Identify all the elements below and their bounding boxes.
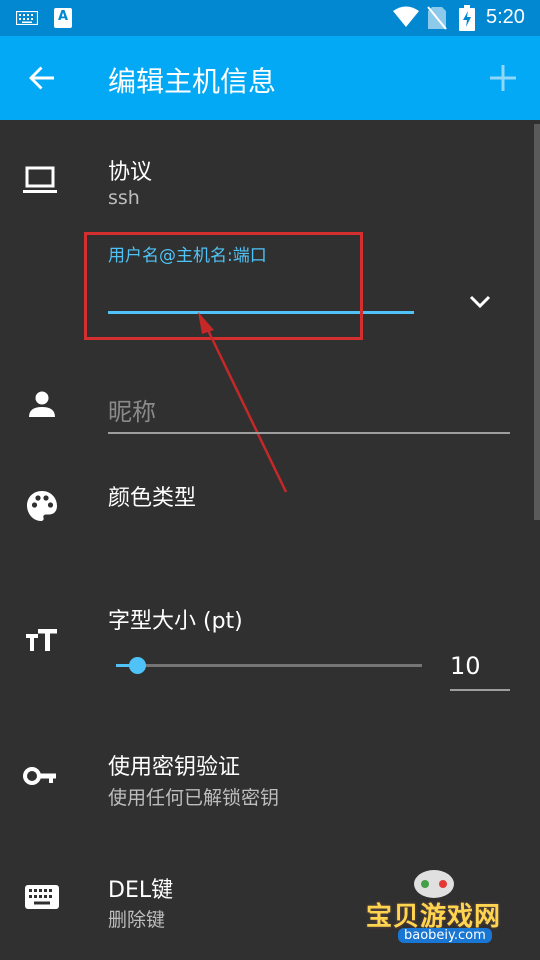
key-icon	[23, 767, 56, 785]
scrollbar[interactable]	[534, 124, 540, 520]
clock: 5:20	[486, 6, 525, 28]
font-size-label: 字型大小 (pt)	[108, 609, 243, 634]
use-key-sub: 使用任何已解锁密钥	[108, 787, 280, 809]
status-bar: A 5:20	[0, 0, 540, 36]
nickname-input[interactable]	[108, 392, 510, 434]
protocol-label[interactable]: 协议	[108, 154, 152, 186]
font-size-value[interactable]: 10	[450, 652, 481, 680]
keyboard-icon	[16, 11, 38, 25]
protocol-value[interactable]: ssh	[108, 187, 140, 209]
color-type-label[interactable]: 颜色类型	[108, 480, 196, 512]
app-notification-icon: A	[54, 8, 72, 28]
chevron-down-icon[interactable]	[466, 290, 494, 314]
del-key-sub: 删除键	[108, 909, 166, 931]
slider-thumb[interactable]	[129, 657, 146, 674]
arrow-back-icon[interactable]	[28, 64, 56, 92]
text-size-icon	[26, 629, 57, 651]
add-icon[interactable]	[490, 65, 516, 91]
annotation-arrow	[198, 312, 288, 493]
annotation-highlight-box	[84, 232, 363, 340]
page-title: 编辑主机信息	[108, 65, 277, 98]
slider-track	[116, 664, 422, 667]
watermark-url: baobeiy.com	[398, 928, 492, 943]
app-bar: 编辑主机信息	[0, 36, 540, 120]
person-icon	[29, 391, 55, 417]
laptop-icon	[23, 166, 57, 193]
palette-icon	[27, 491, 57, 521]
battery-charging-icon	[459, 5, 475, 31]
del-key-label[interactable]: DEL键	[108, 872, 173, 904]
keyboard-icon	[25, 885, 59, 909]
font-size-slider[interactable]	[116, 650, 422, 682]
no-sim-icon	[427, 6, 447, 30]
watermark-logo: 宝贝游戏网 baobeiy.com	[360, 866, 510, 960]
gamepad-icon	[414, 870, 454, 898]
use-key-label[interactable]: 使用密钥验证	[108, 749, 240, 781]
font-size-value-underline	[450, 689, 510, 691]
wifi-icon	[393, 6, 419, 27]
